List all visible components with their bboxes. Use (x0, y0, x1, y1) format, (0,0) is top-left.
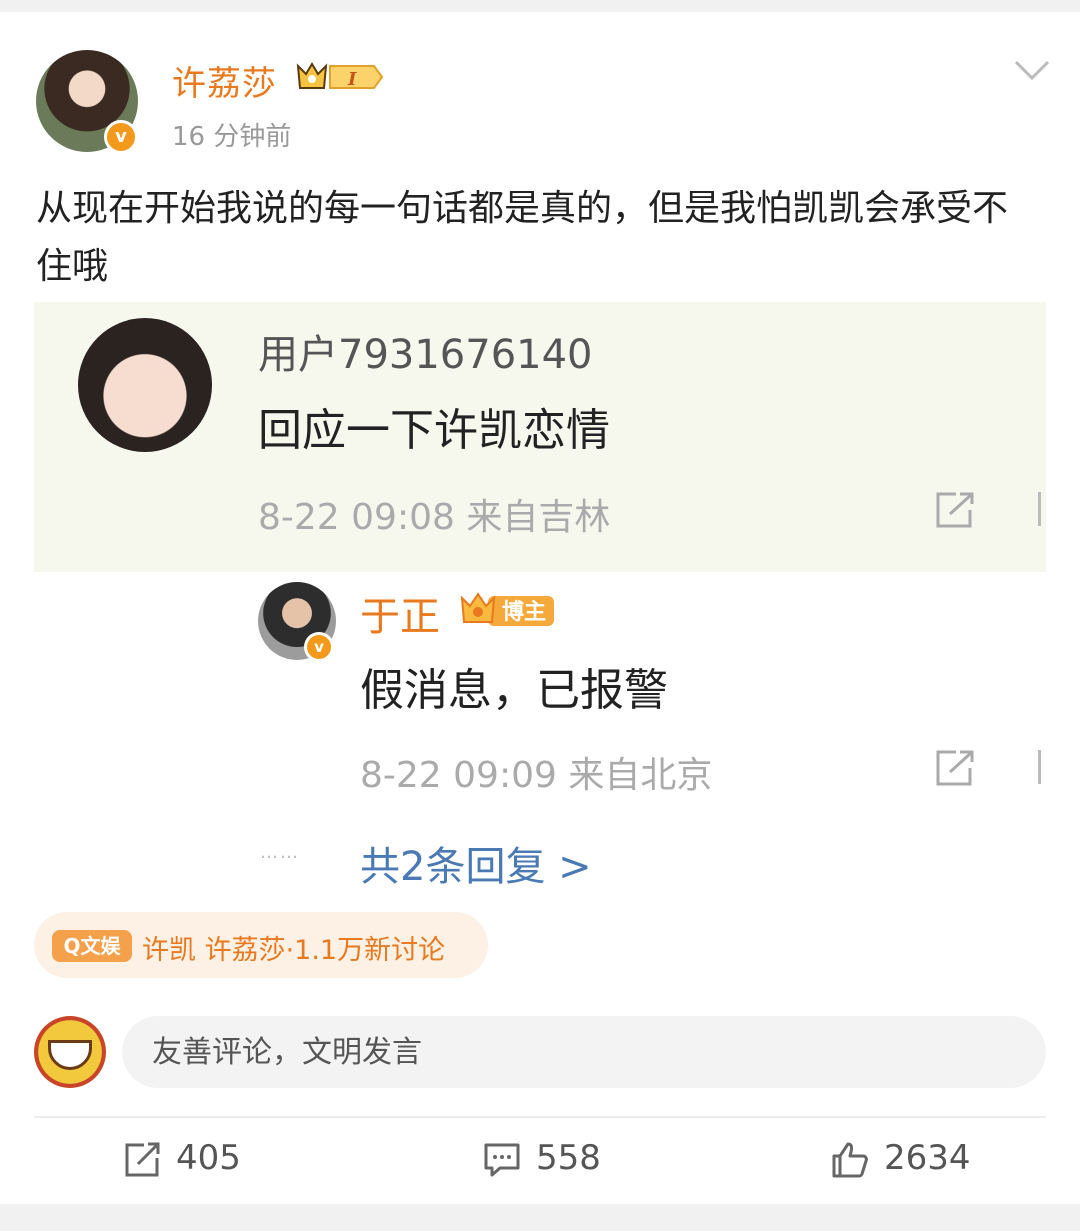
reply-dots: …… (260, 842, 300, 863)
divider (34, 1116, 1046, 1118)
commenter-name: 用户7931676140 (258, 332, 593, 378)
verified-icon: v (304, 632, 334, 662)
embedded-screenshot[interactable]: 用户7931676140 回应一下许凯恋情 8-22 09:08 来自吉林 v … (34, 302, 1047, 890)
comment-icon (484, 1143, 520, 1177)
comment-input[interactable] (122, 1016, 1046, 1088)
vip-level: I (347, 69, 357, 90)
vip-crown-icon[interactable]: I (292, 60, 384, 94)
repost-icon (125, 1142, 160, 1177)
reply-user: 于正 (360, 594, 440, 640)
like-button[interactable]: 2634 (830, 1138, 990, 1182)
topic-tag: Q文娱 (52, 930, 132, 962)
reply-text: 假消息，已报警 (360, 665, 668, 716)
comment-text: 回应一下许凯恋情 (258, 405, 610, 456)
repost-button[interactable]: 405 (122, 1138, 262, 1182)
more-replies-link: 共2条回复 > (360, 844, 592, 890)
chevron-down-icon[interactable] (1014, 58, 1050, 82)
blogger-badge-label: 博主 (502, 600, 547, 625)
comment-meta: 8-22 09:08 来自吉林 (258, 497, 611, 538)
like-count: 2634 (884, 1138, 971, 1178)
cropped-edge (1038, 492, 1047, 526)
commenter-avatar (78, 318, 212, 452)
reply-meta: 8-22 09:09 来自北京 (360, 755, 713, 796)
post-text: 从现在开始我说的每一句话都是真的，但是我怕凯凯会承受不住哦 (36, 188, 1009, 287)
comment-button[interactable]: 558 (482, 1138, 622, 1182)
verified-icon: v (104, 120, 138, 154)
share-icon (936, 492, 974, 528)
comment-count: 558 (536, 1138, 601, 1178)
topic-text[interactable]: 许凯 许荔莎·1.1万新讨论 (142, 928, 445, 967)
like-icon (832, 1142, 868, 1178)
share-icon (936, 750, 974, 786)
bottom-bar (0, 1204, 1080, 1231)
cropped-edge (1038, 750, 1047, 784)
author-name[interactable]: 许荔莎 (172, 56, 277, 105)
repost-count: 405 (176, 1138, 241, 1178)
post-time: 16 分钟前 (172, 122, 292, 152)
